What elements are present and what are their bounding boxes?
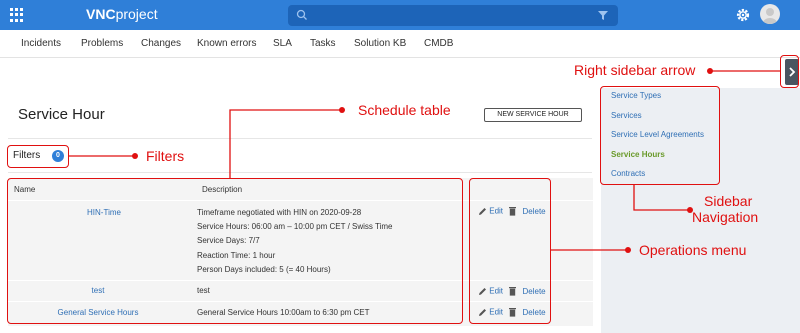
annotation-operations-menu: Operations menu <box>639 242 747 258</box>
annotation-filters: Filters <box>146 148 185 164</box>
annotation-right-sidebar-arrow: Right sidebar arrow <box>574 62 696 78</box>
annotation-sidebar-navigation-line1: Sidebar <box>704 193 753 209</box>
annotation-schedule-table: Schedule table <box>358 102 451 118</box>
annotation-sidebar-navigation-line2: Navigation <box>692 209 759 225</box>
annotation-connectors <box>69 68 780 253</box>
page: VNCproject Incidents Problems Changes Kn… <box>0 0 800 333</box>
